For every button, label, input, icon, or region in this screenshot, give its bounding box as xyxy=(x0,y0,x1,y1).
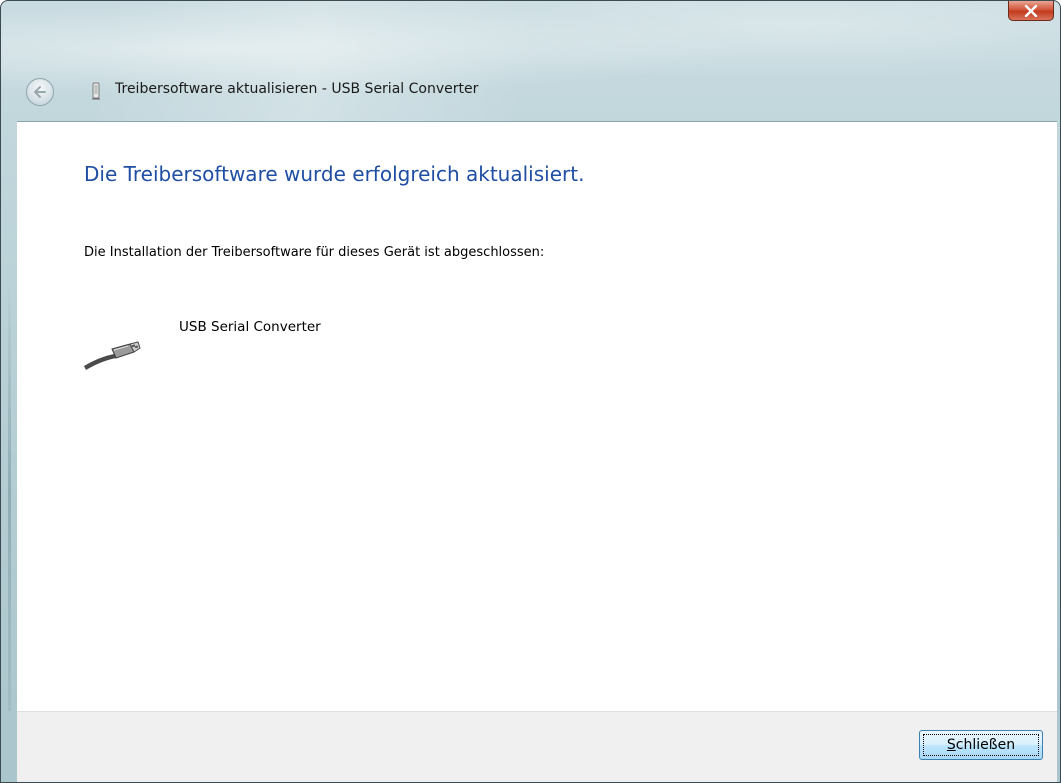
driver-update-dialog: Treibersoftware aktualisieren - USB Seri… xyxy=(0,0,1061,783)
navigation-bar: Treibersoftware aktualisieren - USB Seri… xyxy=(1,69,1060,113)
device-name: USB Serial Converter xyxy=(179,319,321,335)
content-panel: Die Treibersoftware wurde erfolgreich ak… xyxy=(17,121,1057,712)
usb-device-icon xyxy=(92,82,100,100)
status-description: Die Installation der Treibersoftware für… xyxy=(84,245,545,260)
usb-plug-icon xyxy=(84,341,141,370)
button-mnemonic: S xyxy=(946,737,956,753)
close-icon xyxy=(1024,4,1038,17)
close-dialog-button[interactable]: Schließen xyxy=(919,730,1043,760)
window-title: Treibersoftware aktualisieren - USB Seri… xyxy=(115,81,479,97)
back-arrow-icon xyxy=(34,86,46,98)
page-title: Die Treibersoftware wurde erfolgreich ak… xyxy=(84,162,585,186)
window-close-button[interactable] xyxy=(1008,1,1054,21)
dialog-footer: Schließen xyxy=(17,711,1057,782)
window-frame-edge xyxy=(8,281,11,711)
button-label-rest: chließen xyxy=(955,737,1016,753)
back-button[interactable] xyxy=(26,78,54,106)
